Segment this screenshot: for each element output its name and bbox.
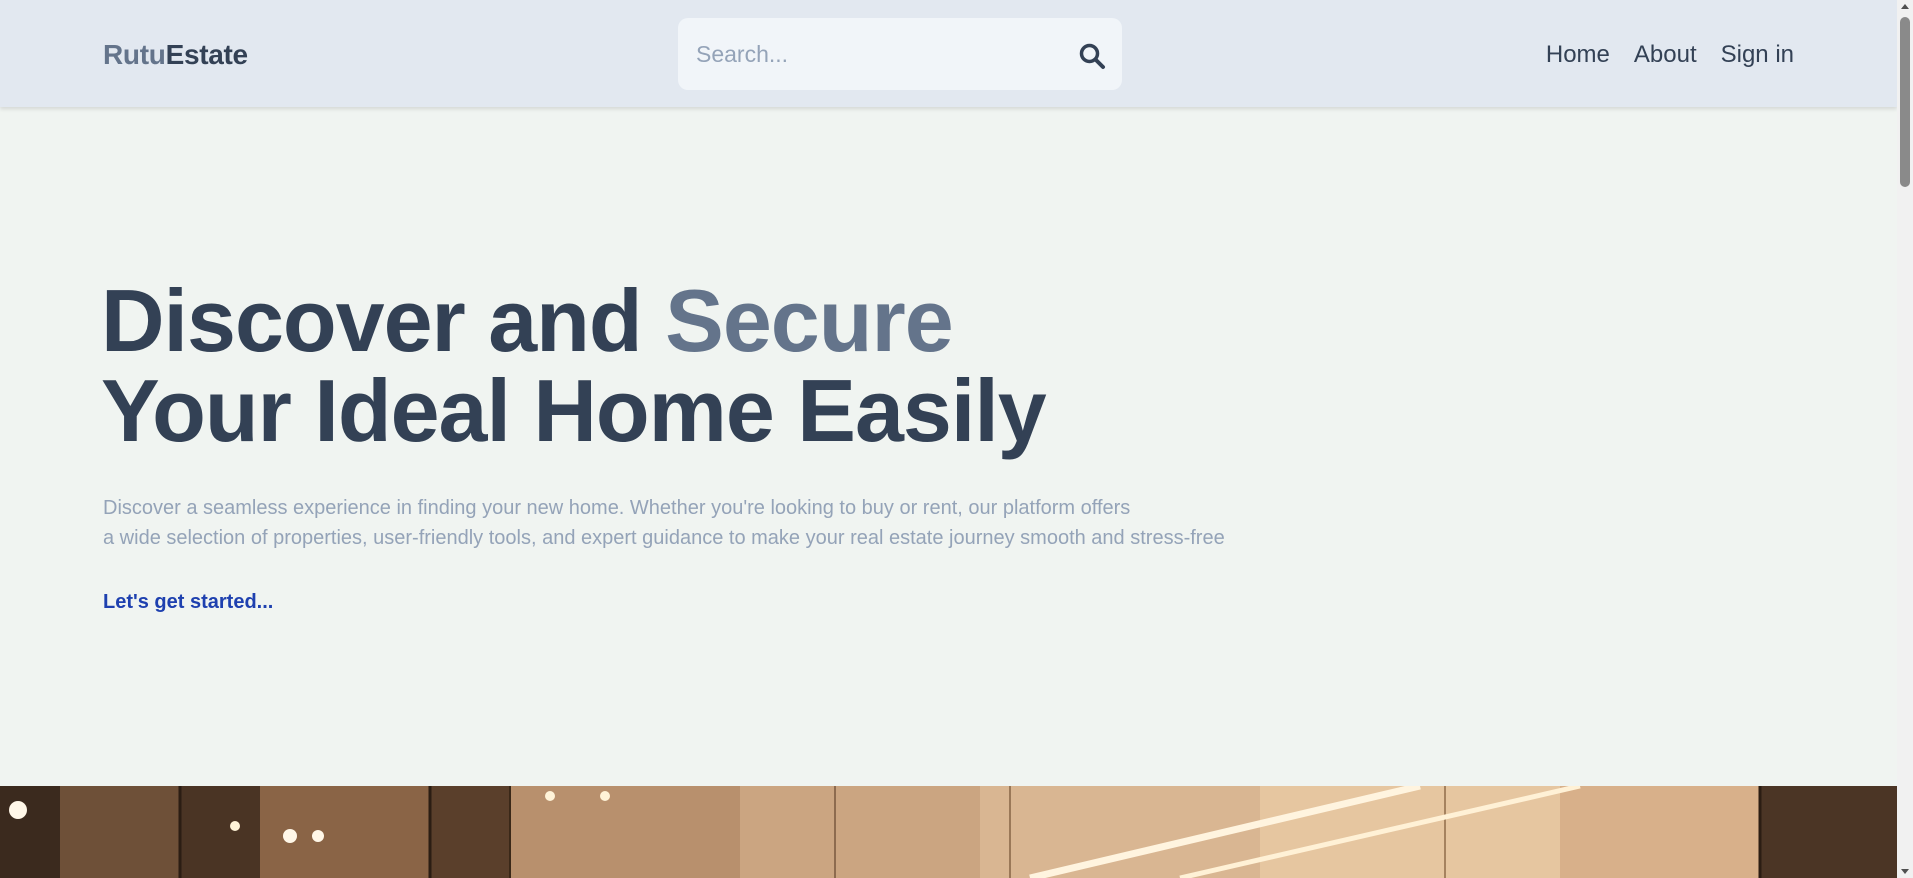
search-bar (678, 18, 1122, 90)
get-started-link[interactable]: Let's get started... (103, 591, 273, 614)
hero-title-line2: Your Ideal Home Easily (101, 361, 1047, 460)
nav-about-link[interactable]: About (1634, 38, 1697, 72)
page: RutuEstate Home About Sign in Discover a… (0, 0, 1897, 878)
hero-description: Discover a seamless experience in findin… (103, 493, 1343, 553)
scroll-thumb[interactable] (1900, 17, 1910, 187)
site-logo[interactable]: RutuEstate (103, 38, 248, 72)
search-icon[interactable] (1078, 42, 1106, 70)
nav-sign-in-link[interactable]: Sign in (1721, 38, 1794, 72)
main-nav: Home About Sign in (1546, 38, 1794, 72)
search-input[interactable] (696, 18, 1056, 90)
hero-title-secure: Secure (665, 271, 954, 370)
logo-part-estate: Estate (165, 39, 249, 70)
vertical-scrollbar[interactable] (1897, 0, 1913, 878)
nav-home-link[interactable]: Home (1546, 38, 1610, 72)
scroll-up-arrow-icon[interactable] (1901, 4, 1909, 9)
top-navbar: RutuEstate Home About Sign in (0, 0, 1897, 107)
hero-title: Discover and Secure Your Ideal Home Easi… (101, 276, 1047, 456)
hero-desc-line1: Discover a seamless experience in findin… (103, 497, 1131, 519)
hero-desc-line2: a wide selection of properties, user-fri… (103, 527, 1225, 549)
hero-interior-photo (0, 786, 1897, 878)
logo-part-rutu: Rutu (103, 39, 166, 70)
hero-title-discover: Discover and (101, 271, 666, 370)
scroll-down-arrow-icon[interactable] (1901, 869, 1909, 874)
